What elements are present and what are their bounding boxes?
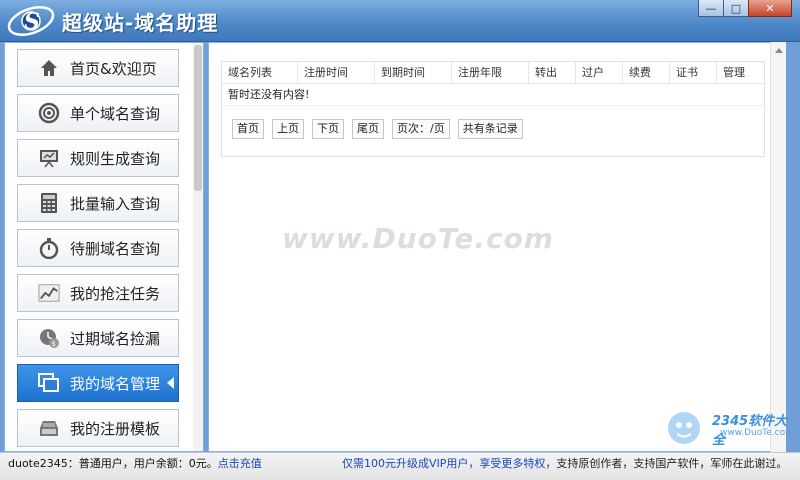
column-header: 续费: [623, 61, 670, 84]
sidebar-scroll-thumb[interactable]: [194, 45, 202, 191]
first-page-button[interactable]: 首页: [232, 119, 264, 139]
presentation-board-icon: [38, 147, 60, 169]
column-header: 转出: [529, 61, 576, 84]
support-text: 支持原创作者，支持国产软件，军师在此谢过。: [556, 457, 788, 470]
title-bar: S 超级站-域名助理 — □ ✕: [0, 0, 800, 42]
badge-url: www.DuoTe.com: [720, 428, 794, 438]
app-logo-icon: S: [7, 6, 55, 36]
mascot-icon: [668, 412, 700, 444]
restore-button[interactable]: □: [723, 0, 749, 17]
domain-table-panel: 域名列表 注册时间 到期时间 注册年限 转出 过户 续费 证书 管理 暂时还没有…: [221, 61, 765, 157]
username: duote2345：: [8, 457, 79, 470]
sidebar-item-label: 规则生成查询: [70, 149, 161, 168]
active-arrow-icon: [167, 377, 174, 389]
minimize-button[interactable]: —: [698, 0, 724, 17]
account-info: 普通用户，用户余额：0元。: [78, 457, 218, 470]
sidebar-item-expired-pickup[interactable]: $ 过期域名捡漏: [17, 319, 179, 357]
sidebar: 首页&欢迎页 单个域名查询 规则生成查询 批量输入查询 待删域名查询 我的抢注任…: [4, 42, 204, 452]
column-header: 证书: [670, 61, 717, 84]
inbox-tray-icon: [38, 417, 60, 439]
next-page-button[interactable]: 下页: [312, 119, 344, 139]
sidebar-item-register-templates[interactable]: 我的注册模板: [17, 409, 179, 447]
windows-icon: [38, 372, 60, 394]
recharge-link[interactable]: 点击充值: [218, 457, 262, 470]
scroll-up-arrow-icon[interactable]: [775, 48, 783, 53]
sidebar-item-label: 过期域名捡漏: [70, 329, 161, 348]
sidebar-item-label: 批量输入查询: [70, 194, 161, 213]
column-header: 过户: [576, 61, 623, 84]
empty-message: 暂时还没有内容!: [222, 84, 764, 106]
svg-text:S: S: [24, 9, 40, 35]
sidebar-item-snap-tasks[interactable]: 我的抢注任务: [17, 274, 179, 312]
sidebar-item-home[interactable]: 首页&欢迎页: [17, 49, 179, 87]
total-records: 共有条记录: [457, 119, 523, 139]
clock-money-icon: $: [38, 327, 60, 349]
promo-status: 仅需100元升级成VIP用户，享受更多特权，支持原创作者，支持国产软件，军师在此…: [342, 455, 787, 473]
sidebar-scrollbar[interactable]: [193, 43, 203, 451]
sidebar-item-label: 首页&欢迎页: [70, 59, 157, 78]
last-page-button[interactable]: 尾页: [352, 119, 384, 139]
account-status: duote2345：普通用户，用户余额：0元。点击充值: [8, 455, 262, 473]
sidebar-item-pending-delete[interactable]: 待删域名查询: [17, 229, 179, 267]
stopwatch-icon: [38, 237, 60, 259]
sidebar-item-label: 我的抢注任务: [70, 284, 161, 303]
column-header: 到期时间: [375, 61, 452, 84]
sidebar-item-batch-query[interactable]: 批量输入查询: [17, 184, 179, 222]
sidebar-item-label: 待删域名查询: [70, 239, 161, 258]
status-bar: duote2345：普通用户，用户余额：0元。点击充值 仅需100元升级成VIP…: [0, 452, 800, 480]
window-controls: — □ ✕: [698, 0, 792, 17]
column-header: 注册时间: [298, 61, 375, 84]
svg-text:$: $: [52, 340, 56, 348]
watermark: www.DuoTe.com: [282, 222, 554, 255]
column-header: 域名列表: [222, 61, 298, 84]
site-badge: 2345软件大全 www.DuoTe.com: [660, 404, 798, 450]
app-title: 超级站-域名助理: [62, 11, 219, 35]
close-button[interactable]: ✕: [748, 0, 792, 17]
content-scrollbar[interactable]: [770, 42, 786, 452]
pagination: 首页 上页 下页 尾页 页次：/页 共有条记录: [222, 106, 764, 139]
column-header: 管理: [723, 65, 745, 79]
home-icon: [38, 57, 60, 79]
calculator-icon: [38, 192, 60, 214]
sidebar-item-label: 我的域名管理: [70, 374, 161, 393]
sidebar-item-my-domains[interactable]: 我的域名管理: [17, 364, 179, 402]
page-info: 页次：/页: [392, 119, 450, 139]
column-header: 注册年限: [452, 61, 529, 84]
sidebar-item-single-query[interactable]: 单个域名查询: [17, 94, 179, 132]
target-icon: [38, 102, 60, 124]
vip-upgrade-link[interactable]: 仅需100元升级成VIP用户，享受更多特权，: [342, 457, 556, 470]
sidebar-item-label: 我的注册模板: [70, 419, 161, 438]
sidebar-item-label: 单个域名查询: [70, 104, 161, 123]
table-header: 域名列表 注册时间 到期时间 注册年限 转出 过户 续费 证书 管理: [222, 61, 764, 84]
prev-page-button[interactable]: 上页: [272, 119, 304, 139]
line-chart-icon: [38, 282, 60, 304]
sidebar-item-rule-query[interactable]: 规则生成查询: [17, 139, 179, 177]
